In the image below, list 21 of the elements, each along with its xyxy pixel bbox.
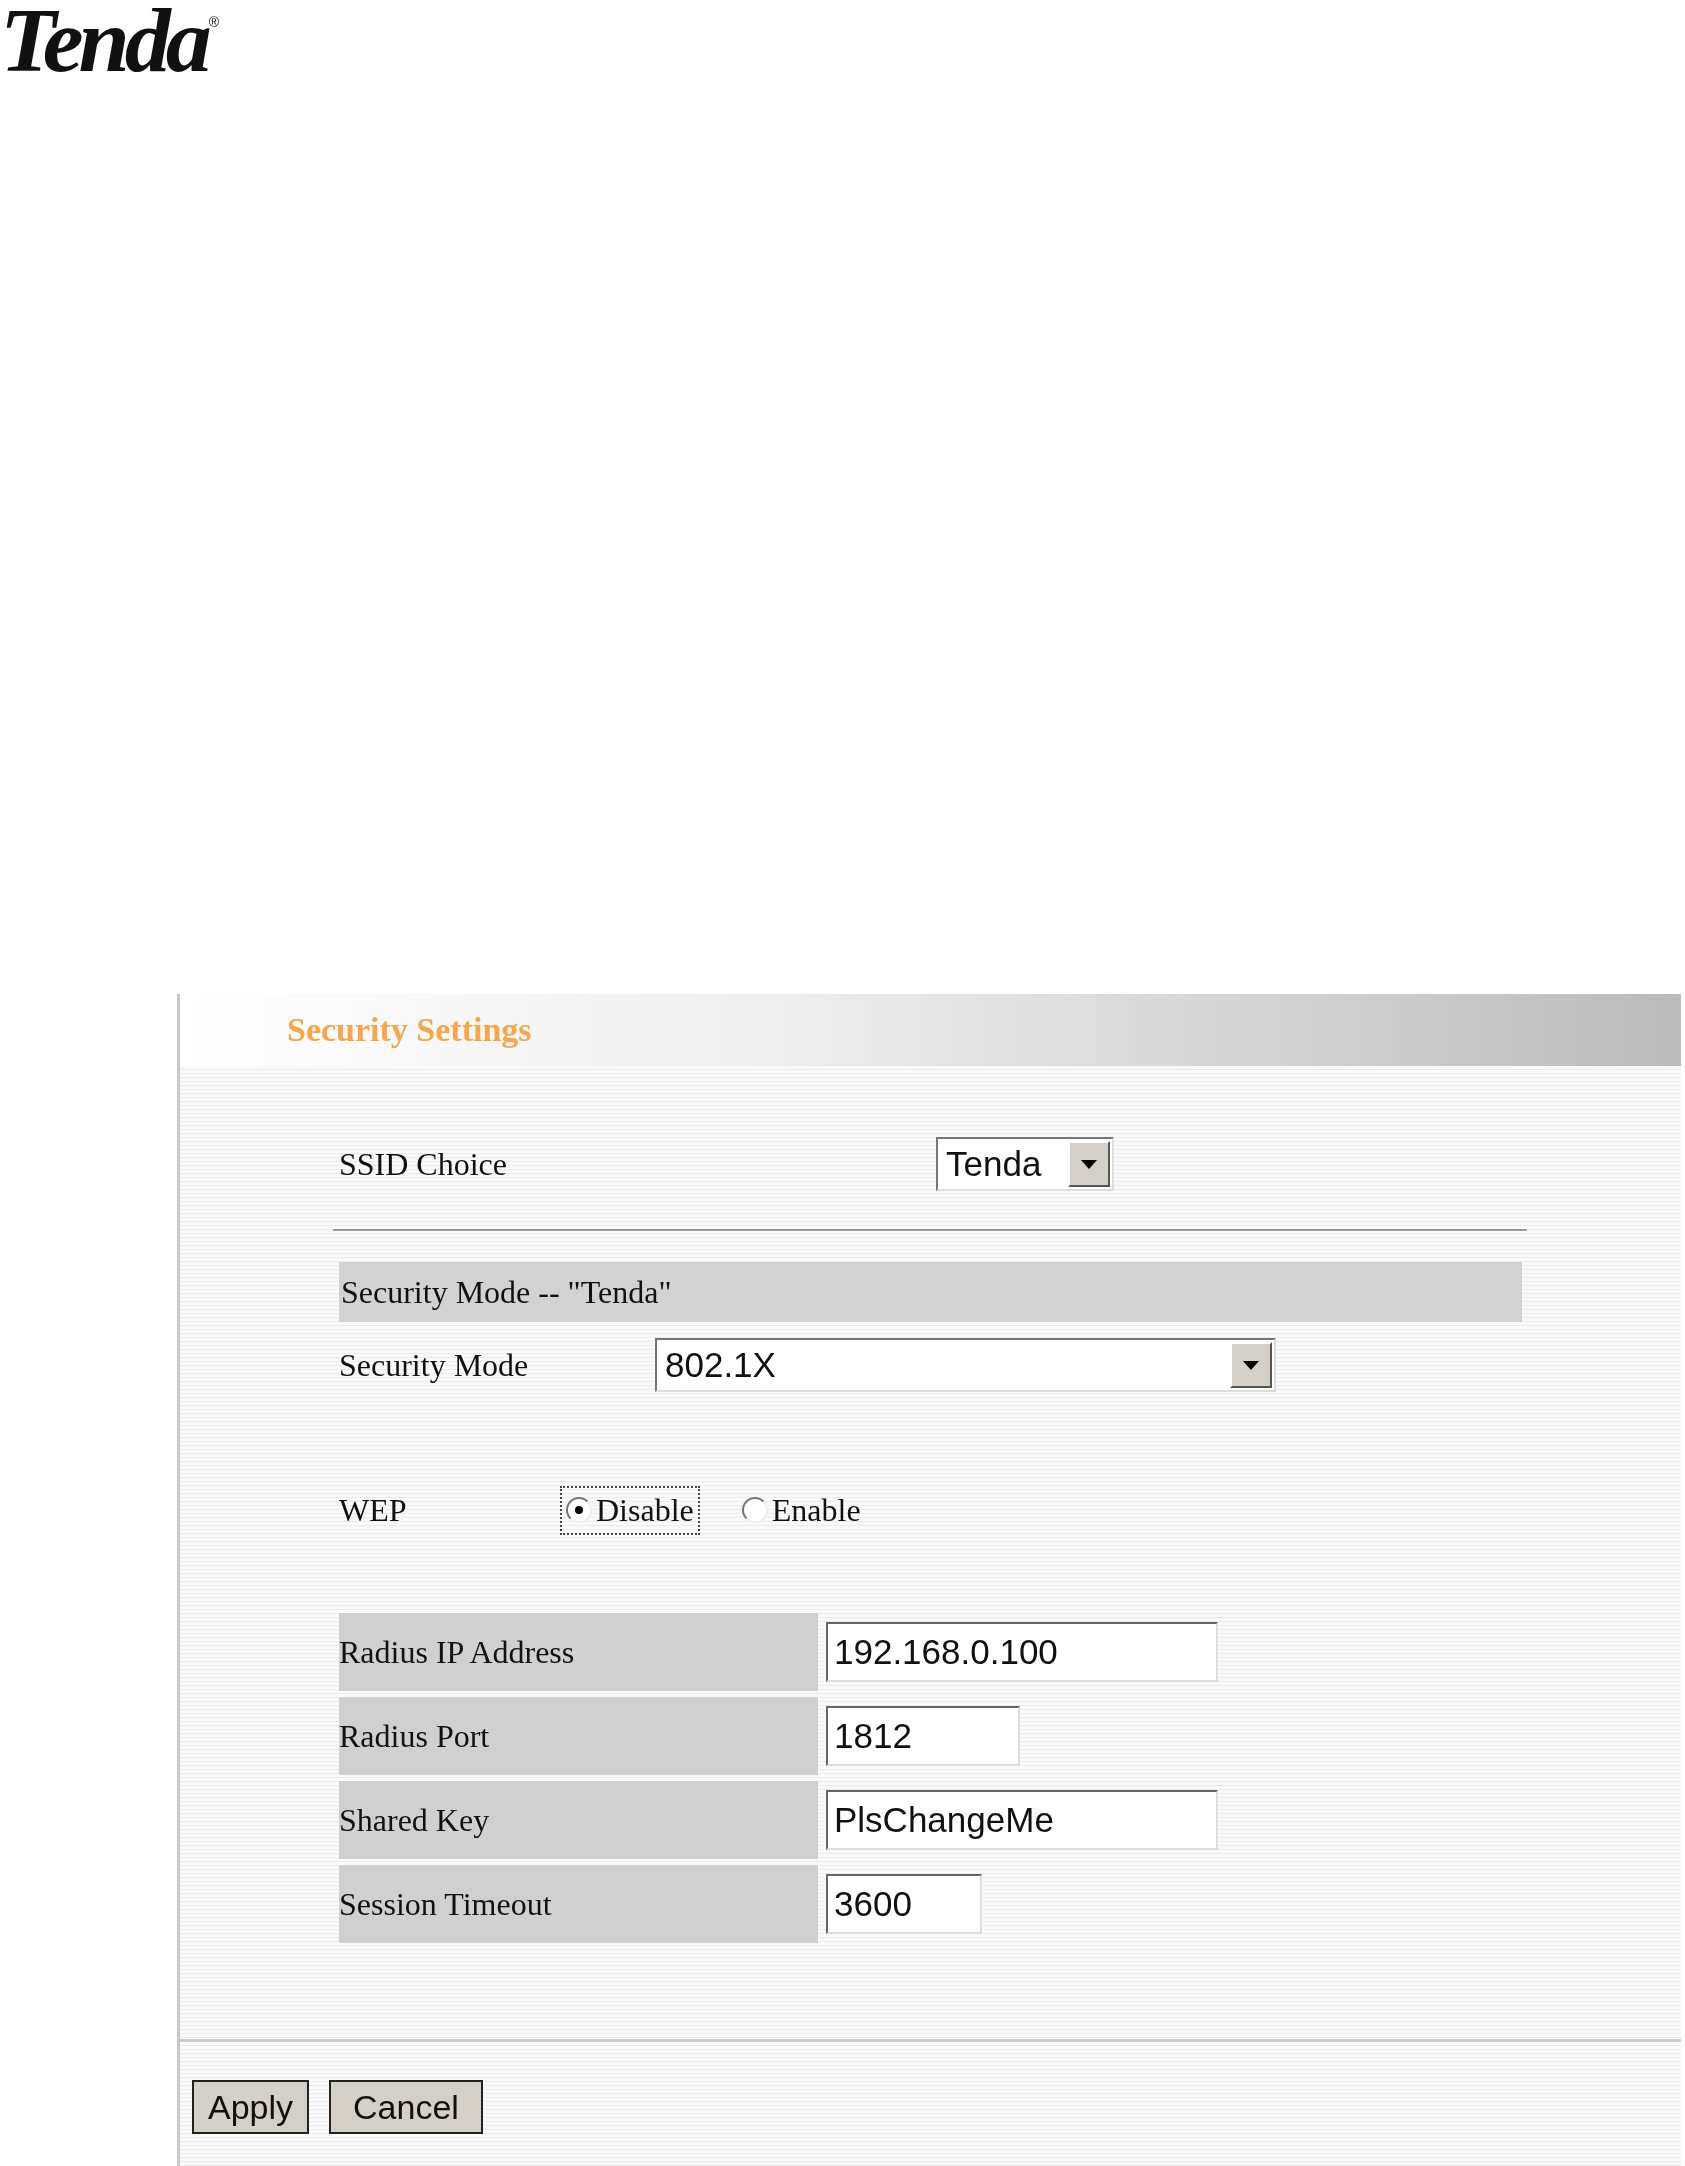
action-button[interactable]: Apply bbox=[192, 2080, 310, 2134]
field-label: Radius IP Address bbox=[339, 1613, 818, 1691]
radio-option[interactable]: Enable bbox=[735, 1485, 867, 1535]
section-title: Security Mode -- "Tenda" bbox=[341, 1273, 672, 1311]
input-field[interactable]: PlsChangeMe bbox=[826, 1790, 1218, 1850]
registered-mark: ® bbox=[208, 14, 220, 30]
input-field[interactable]: 1812 bbox=[826, 1706, 1020, 1766]
logo-text: Tenda bbox=[0, 0, 207, 80]
ssid-dropdown[interactable]: Tenda bbox=[936, 1137, 1114, 1191]
panel-title: Security Settings bbox=[287, 1011, 532, 1049]
action-button[interactable]: Cancel bbox=[329, 2080, 483, 2134]
input-field[interactable]: 3600 bbox=[826, 1874, 982, 1934]
field-label: Security Mode bbox=[339, 1346, 530, 1384]
input-field[interactable]: 192.168.0.100 bbox=[826, 1622, 1218, 1682]
security-mode-dropdown[interactable]: 802.1X bbox=[655, 1338, 1276, 1392]
field-label: WEP bbox=[339, 1491, 408, 1529]
field-label: Session Timeout bbox=[339, 1865, 818, 1943]
radio-option[interactable]: Disable bbox=[560, 1485, 700, 1535]
field-label: Radius Port bbox=[339, 1697, 818, 1775]
field-label: Shared Key bbox=[339, 1781, 818, 1859]
field-label: SSID Choice bbox=[339, 1145, 508, 1183]
